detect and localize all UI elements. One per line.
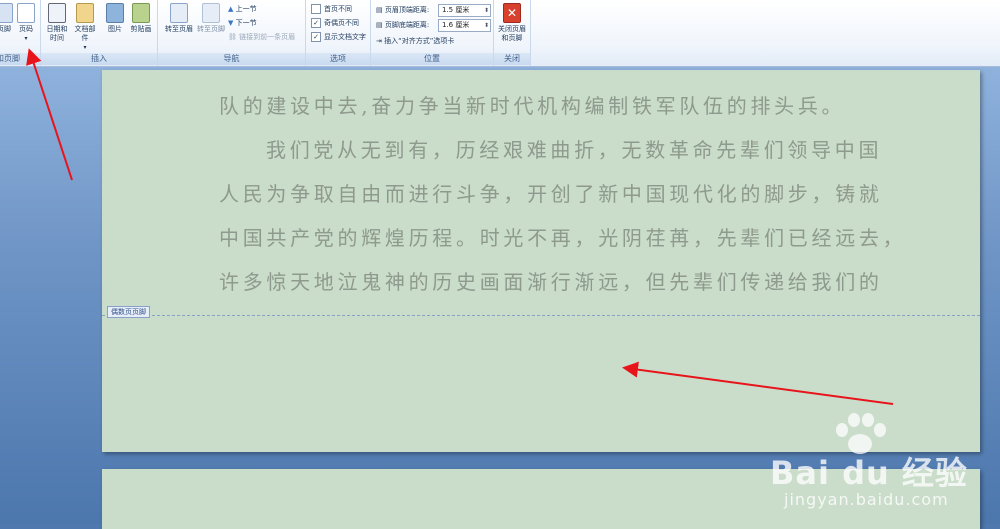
next-section-button[interactable]: ▼ 下一节 [228,17,257,29]
baidu-jingyan-watermark: Bai du 经验 jingyan.baidu.com [770,410,995,520]
checkbox-checked-icon: ✓ [311,32,321,42]
document-text-line[interactable]: 许多惊天地泣鬼神的历史画面渐行渐远，但先辈们传递给我们的 [219,266,883,295]
quick-parts-icon [76,3,94,23]
arrow-up-icon: ▲ [228,5,234,13]
footer-bottom-distance-input[interactable]: 1.6 厘米 ⬍ [438,19,491,32]
link-to-previous-button[interactable]: ⛓ 链接到前一条页眉 [228,31,295,43]
document-page[interactable]: 队的建设中去,奋力争当新时代机构编制铁军队伍的排头兵。 我们党从无到有，历经艰难… [102,70,980,452]
header-top-distance-label: ▤ 页眉顶端距离: [376,6,430,14]
header-distance-icon: ▤ [376,6,383,14]
group-label-close: 关闭 [494,53,530,65]
page-number-button[interactable]: 页码 ▾ [14,3,38,43]
checkbox-checked-icon: ✓ [311,18,321,28]
prev-section-button[interactable]: ▲ 上一节 [228,3,257,15]
goto-header-icon [170,3,188,23]
insert-alignment-tab-button[interactable]: ⇥ 插入“对齐方式”选项卡 [376,35,454,47]
alignment-tab-icon: ⇥ [376,37,382,45]
group-label-header-footer: 页眉和页脚 [0,53,40,65]
watermark-logo-text: Bai du 经验 [770,454,968,492]
ribbon: 页脚 页码 ▾ 页眉和页脚 日期和时间 文档部件 ▾ 图片 剪贴画 插入 [0,0,1000,67]
picture-button[interactable]: 图片 [103,3,127,34]
group-header-footer: 页脚 页码 ▾ 页眉和页脚 [0,0,41,66]
group-position: ▤ 页眉顶端距离: 1.5 厘米 ⬍ ▤ 页脚底端距离: 1.6 厘米 ⬍ ⇥ … [371,0,494,66]
link-icon: ⛓ [228,33,237,41]
clip-art-button[interactable]: 剪贴画 [129,3,153,34]
group-close: ✕ 关闭页眉和页脚 关闭 [494,0,531,66]
spinner-icon[interactable]: ⬍ [484,5,489,16]
group-options: 首页不同 ✓ 奇偶页不同 ✓ 显示文档文字 选项 [306,0,371,66]
footer-icon [0,3,13,23]
first-page-different-checkbox[interactable]: 首页不同 [311,3,352,15]
group-label-position: 位置 [371,53,493,65]
goto-footer-button[interactable]: 转至页脚 [194,3,228,34]
close-icon: ✕ [503,3,521,23]
close-header-footer-button[interactable]: ✕ 关闭页眉和页脚 [496,3,528,43]
footer-bottom-distance-label: ▤ 页脚底端距离: [376,21,430,29]
arrow-down-icon: ▼ [228,19,234,27]
document-text-line[interactable]: 人民为争取自由而进行斗争，开创了新中国现代化的脚步，铸就 [219,178,883,207]
document-text-line[interactable]: 中国共产党的辉煌历程。时光不再，光阴荏苒，先辈们已经远去， [219,222,906,251]
page-number-icon [17,3,35,23]
even-page-footer-tag: 偶数页页脚 [107,306,150,318]
odd-even-different-checkbox[interactable]: ✓ 奇偶页不同 [311,17,359,29]
show-document-text-checkbox[interactable]: ✓ 显示文档文字 [311,31,366,43]
chevron-down-icon: ▾ [24,35,28,42]
chevron-down-icon: ▾ [83,44,87,51]
group-label-insert: 插入 [41,53,157,65]
document-text-line[interactable]: 我们党从无到有，历经艰难曲折，无数革命先辈们领导中国 [266,134,882,163]
clip-art-icon [132,3,150,23]
checkbox-unchecked-icon [311,4,321,14]
group-insert: 日期和时间 文档部件 ▾ 图片 剪贴画 插入 [41,0,158,66]
footer-distance-icon: ▤ [376,21,383,29]
group-navigation: 转至页眉 转至页脚 ▲ 上一节 ▼ 下一节 ⛓ 链接到前一条页眉 导航 [158,0,306,66]
goto-header-button[interactable]: 转至页眉 [162,3,196,34]
calendar-icon [48,3,66,23]
picture-icon [106,3,124,23]
spinner-icon[interactable]: ⬍ [484,20,489,31]
group-label-navigation: 导航 [158,53,305,65]
footer-boundary-line [102,315,980,316]
watermark-url: jingyan.baidu.com [784,490,949,509]
header-top-distance-input[interactable]: 1.5 厘米 ⬍ [438,4,491,17]
quick-parts-button[interactable]: 文档部件 ▾ [73,3,97,52]
document-text-line[interactable]: 队的建设中去,奋力争当新时代机构编制铁军队伍的排头兵。 [219,90,845,119]
date-time-button[interactable]: 日期和时间 [45,3,69,43]
goto-footer-icon [202,3,220,23]
group-label-options: 选项 [306,53,370,65]
